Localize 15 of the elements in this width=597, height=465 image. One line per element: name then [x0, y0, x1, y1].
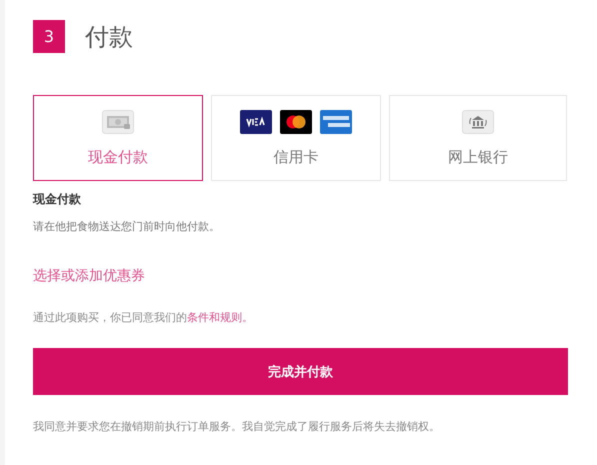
payment-method-tab[interactable]: 信用卡 — [211, 95, 381, 181]
complete-and-pay-button[interactable]: 完成并付款 — [33, 348, 568, 395]
mastercard-logo-icon — [280, 110, 312, 134]
section-title: 付款 — [85, 22, 133, 52]
consent-note: 我同意并要求您在撤销期前执行订单服务。我自觉完成了履行服务后将失去撤销权。 — [33, 419, 441, 434]
terms-text: 通过此项购买，你已同意我们的条件和规则。 — [33, 310, 254, 325]
banknote-icon — [102, 110, 134, 134]
terms-link[interactable]: 条件和规则。 — [187, 311, 253, 324]
payment-method-tab[interactable]: 网上银行 — [389, 95, 567, 181]
payment-method-tab[interactable]: 现金付款 — [33, 95, 203, 181]
step-number: 3 — [33, 20, 65, 53]
method-description: 请在他把食物送达您门前时向他付款。 — [33, 219, 221, 234]
method-heading: 现金付款 — [33, 191, 82, 208]
coupon-link[interactable]: 选择或添加优惠券 — [33, 267, 145, 285]
bank-icon — [462, 110, 494, 134]
